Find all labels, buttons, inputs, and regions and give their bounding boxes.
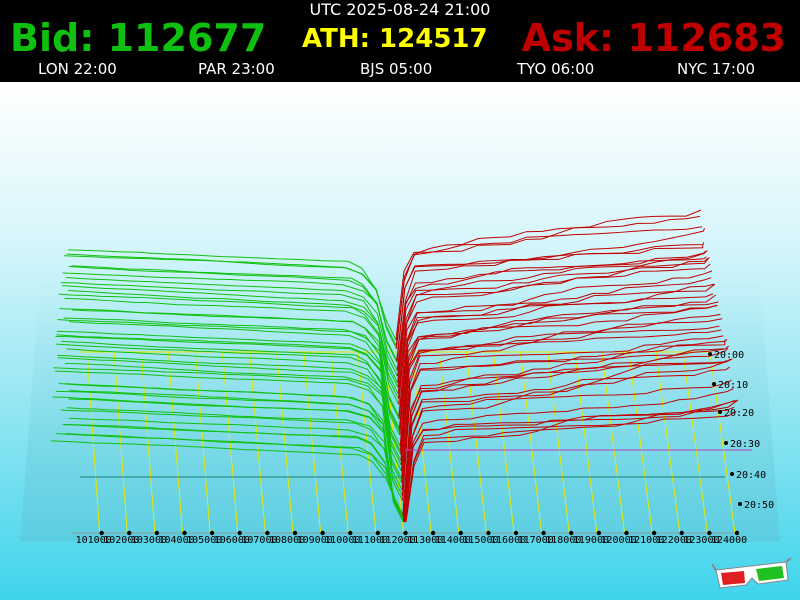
y-tick-label: 20:00	[714, 350, 744, 361]
city-time-nyc: NYC 17:00	[677, 60, 756, 78]
3d-glasses-icon[interactable]	[712, 558, 792, 592]
city-time-par: PAR 23:00	[198, 60, 275, 78]
y-tick-label: 20:20	[724, 408, 754, 419]
depth-chart: 1010001020001030001040001050001060001070…	[20, 209, 780, 546]
y-tick-marker	[708, 352, 712, 356]
ask-price: Ask: 112683	[521, 16, 786, 60]
city-time-tyo: TYO 06:00	[517, 60, 595, 78]
y-tick-marker	[712, 382, 716, 386]
y-tick-marker	[738, 502, 742, 506]
y-tick-label: 20:40	[736, 470, 766, 481]
city-time-lon: LON 22:00	[38, 60, 117, 78]
price-header: UTC 2025-08-24 21:00 Bid: 112677 ATH: 12…	[0, 0, 800, 82]
y-tick-marker	[724, 441, 728, 445]
y-tick-label: 20:10	[718, 380, 748, 391]
bid-price: Bid: 112677	[10, 16, 267, 60]
ath-price: ATH: 124517	[302, 24, 488, 54]
y-tick-marker	[730, 472, 734, 476]
x-tick-label: 124000	[711, 535, 747, 546]
city-time-bjs: BJS 05:00	[360, 60, 433, 78]
y-tick-label: 20:30	[730, 439, 760, 450]
order-book-chart-area: 101000 102000 103000 104000 105000 106000 1070…	[0, 82, 800, 600]
y-tick-marker	[718, 410, 722, 414]
y-tick-label: 20:50	[744, 500, 774, 511]
